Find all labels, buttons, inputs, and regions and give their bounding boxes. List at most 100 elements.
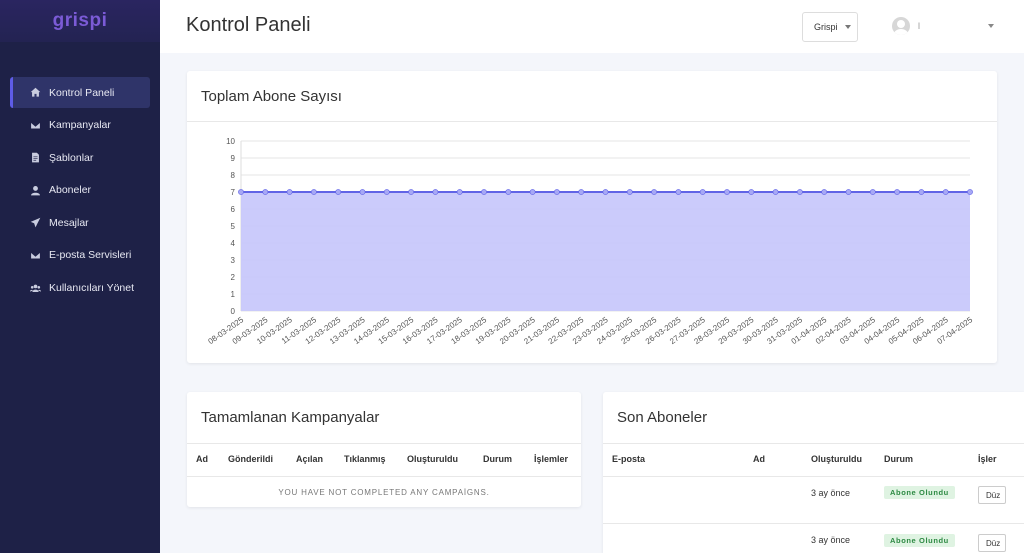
data-point: [456, 189, 463, 195]
data-point: [918, 189, 925, 195]
column-header[interactable]: Ad: [753, 454, 765, 464]
data-point: [359, 189, 366, 195]
sidebar-item-label: Kampanyalar: [49, 119, 111, 132]
status-badge: Abone Olundu: [884, 534, 955, 547]
sidebar-item-label: Aboneler: [49, 184, 92, 197]
envelope-icon: [30, 121, 41, 129]
envelope-icon: [30, 251, 41, 260]
sidebar-item-aboneler[interactable]: Aboneler: [10, 175, 150, 206]
data-point: [675, 189, 682, 195]
sidebar-item-e-posta-servisleri[interactable]: E-posta Servisleri: [10, 240, 150, 271]
column-header[interactable]: İşlemler: [534, 454, 568, 464]
data-point: [845, 189, 852, 195]
sidebar-item-kullanicilari-yonet[interactable]: Kullanıcıları Yönet: [10, 273, 150, 304]
paper-plane-icon: [30, 218, 41, 228]
sidebar-item-mesajlar[interactable]: Mesajlar: [10, 207, 150, 238]
sidebar-nav: Kontrol Paneli Kampanyalar Şablonlar Abo…: [10, 77, 150, 305]
data-point: [699, 189, 706, 195]
subscriber-area-chart: 01234567891008-03-202509-03-202510-03-20…: [206, 137, 974, 346]
completed-campaigns-card: Tamamlanan Kampanyalar Ad Gönderildi Açı…: [187, 392, 581, 507]
column-header[interactable]: E-posta: [612, 454, 645, 464]
data-point: [942, 189, 949, 195]
brand-logo[interactable]: grispi: [0, 0, 160, 42]
data-point: [505, 189, 512, 195]
y-tick-label: 1: [231, 290, 236, 299]
y-tick-label: 2: [231, 273, 236, 282]
user-menu[interactable]: l: [892, 17, 920, 35]
y-tick-label: 10: [226, 137, 235, 146]
edit-button[interactable]: Düz: [978, 486, 1006, 504]
data-point: [797, 189, 803, 195]
avatar: [892, 17, 910, 35]
data-point: [432, 189, 439, 195]
status-badge: Abone Olundu: [884, 486, 955, 499]
divider: [187, 476, 581, 477]
data-point: [821, 189, 828, 195]
users-icon: [30, 284, 41, 292]
subscriber-created: 3 ay önce: [811, 535, 851, 545]
data-point: [311, 189, 317, 195]
subscriber-count-card: Toplam Abone Sayısı 0 1 2 3 4 5 6 7 8 9 10 08-03-20…: [187, 71, 997, 363]
data-point: [578, 189, 585, 195]
data-point: [238, 189, 244, 195]
page-title: Kontrol Paneli: [186, 14, 311, 36]
data-point: [383, 189, 390, 195]
home-icon: [30, 87, 41, 97]
sidebar-item-label: Kullanıcıları Yönet: [49, 282, 135, 295]
y-tick-label: 0: [231, 307, 236, 316]
data-point: [529, 189, 536, 195]
user-name: l: [918, 21, 920, 31]
data-point: [408, 189, 414, 195]
data-point: [894, 189, 900, 195]
subscriber-created: 3 ay önce: [811, 488, 851, 498]
divider: [187, 443, 581, 444]
sidebar-item-sablonlar[interactable]: Şablonlar: [10, 142, 150, 173]
column-header[interactable]: Tıklanmış: [344, 454, 386, 464]
data-point: [772, 189, 779, 195]
data-point: [481, 189, 487, 195]
column-header[interactable]: Durum: [884, 454, 913, 464]
workspace-select[interactable]: Grispi: [802, 12, 858, 42]
data-point: [602, 189, 609, 195]
divider: [603, 443, 1024, 444]
sidebar-item-label: Şablonlar: [49, 151, 94, 164]
top-header: Kontrol Paneli Grispi l: [160, 0, 1024, 53]
chevron-down-icon: [845, 25, 851, 29]
column-header[interactable]: Oluşturuldu: [811, 454, 862, 464]
sidebar-item-label: Kontrol Paneli: [49, 86, 115, 99]
sidebar-item-label: E-posta Servisleri: [49, 249, 132, 262]
column-header[interactable]: İşler: [978, 454, 997, 464]
column-header[interactable]: Ad: [196, 454, 208, 464]
data-point: [335, 189, 342, 195]
edit-button[interactable]: Düz: [978, 534, 1006, 552]
y-tick-label: 9: [231, 154, 236, 163]
y-tick-label: 7: [231, 188, 236, 197]
divider: [603, 476, 1024, 477]
data-point: [286, 189, 293, 195]
recent-subscribers-card: Son Aboneler E-posta Ad Oluşturuldu Duru…: [603, 392, 1024, 553]
series-area: [241, 192, 970, 311]
column-header[interactable]: Açılan: [296, 454, 323, 464]
data-point: [553, 189, 560, 195]
y-tick-label: 8: [231, 171, 236, 180]
data-point: [262, 189, 269, 195]
sidebar-item-kampanyalar[interactable]: Kampanyalar: [10, 110, 150, 141]
column-header[interactable]: Durum: [483, 454, 512, 464]
data-point: [626, 189, 633, 195]
sidebar-item-kontrol-paneli[interactable]: Kontrol Paneli: [10, 77, 150, 108]
y-tick-label: 6: [231, 205, 236, 214]
chevron-down-icon[interactable]: [988, 24, 994, 28]
data-point: [869, 189, 876, 195]
sidebar-item-label: Mesajlar: [49, 216, 89, 229]
workspace-select-value: Grispi: [814, 22, 838, 32]
column-header[interactable]: Oluşturuldu: [407, 454, 458, 464]
y-tick-label: 5: [231, 222, 236, 231]
divider: [603, 523, 1024, 524]
data-point: [748, 189, 755, 195]
card-title: Son Aboneler: [617, 409, 708, 426]
y-tick-label: 3: [231, 256, 236, 265]
empty-state-message: YOU HAVE NOT COMPLETED ANY CAMPAİGNS.: [278, 488, 490, 497]
data-point: [651, 189, 657, 195]
file-icon: [32, 152, 39, 163]
column-header[interactable]: Gönderildi: [228, 454, 273, 464]
